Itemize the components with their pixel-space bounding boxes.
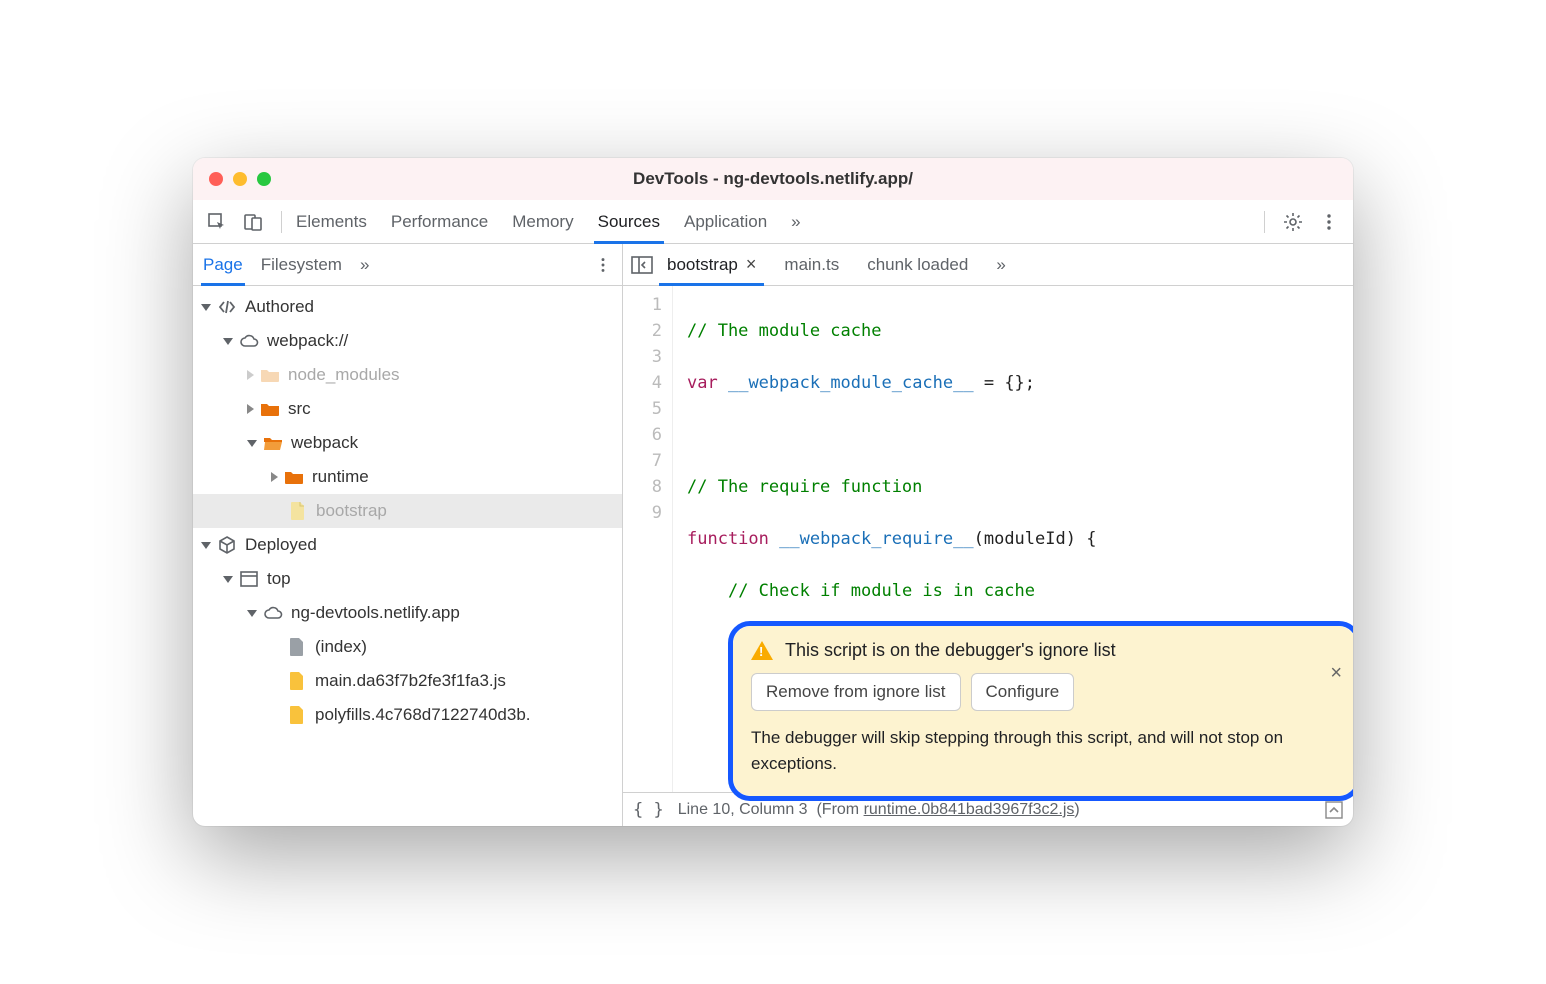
- tree-item-index[interactable]: (index): [193, 630, 622, 664]
- tree-label: polyfills.4c768d7122740d3b.: [315, 705, 531, 725]
- line-gutter: 1 2 3 4 5 6 7 8 9: [623, 286, 673, 792]
- tree-label: main.da63f7b2fe3f1fa3.js: [315, 671, 506, 691]
- tab-performance[interactable]: Performance: [391, 200, 488, 243]
- tree-label: Authored: [245, 297, 314, 317]
- ignore-list-highlight: This script is on the debugger's ignore …: [728, 621, 1353, 801]
- window-title: DevTools - ng-devtools.netlify.app/: [193, 169, 1353, 189]
- devtools-window: DevTools - ng-devtools.netlify.app/ Elem…: [193, 158, 1353, 826]
- close-icon[interactable]: [209, 172, 223, 186]
- file-tree: Authored webpack:// node_modules src: [193, 286, 622, 826]
- file-js-icon: [287, 705, 307, 725]
- tree-item-top[interactable]: top: [193, 562, 622, 596]
- more-icon[interactable]: [594, 256, 612, 274]
- tabs-overflow[interactable]: »: [791, 200, 800, 243]
- tree-label: top: [267, 569, 291, 589]
- main-toolbar: Elements Performance Memory Sources Appl…: [193, 200, 1353, 244]
- source-link[interactable]: runtime.0b841bad3967f3c2.js: [864, 801, 1075, 818]
- toolbar-divider: [1264, 211, 1265, 233]
- titlebar: DevTools - ng-devtools.netlify.app/: [193, 158, 1353, 200]
- folder-open-icon: [263, 433, 283, 453]
- cloud-icon: [239, 331, 259, 351]
- tree-label: ng-devtools.netlify.app: [291, 603, 460, 623]
- tree-item-node-modules[interactable]: node_modules: [193, 358, 622, 392]
- tab-application[interactable]: Application: [684, 200, 767, 243]
- tree-item-domain[interactable]: ng-devtools.netlify.app: [193, 596, 622, 630]
- collapse-icon[interactable]: [1325, 801, 1343, 819]
- tree-item-src[interactable]: src: [193, 392, 622, 426]
- editor-tab-label: main.ts: [784, 255, 839, 275]
- tree-item-polyfills[interactable]: polyfills.4c768d7122740d3b.: [193, 698, 622, 732]
- sidebar-tab-page[interactable]: Page: [203, 244, 243, 285]
- sidebar-tab-filesystem[interactable]: Filesystem: [261, 244, 342, 285]
- sidebar: Page Filesystem » Authored webpack://: [193, 244, 623, 826]
- more-icon[interactable]: [1315, 208, 1343, 236]
- warning-icon: [751, 641, 773, 660]
- gear-icon[interactable]: [1279, 208, 1307, 236]
- tree-item-mainjs[interactable]: main.da63f7b2fe3f1fa3.js: [193, 664, 622, 698]
- editor-tab-label: chunk loaded: [867, 255, 968, 275]
- banner-title-text: This script is on the debugger's ignore …: [785, 640, 1116, 661]
- tree-label: webpack: [291, 433, 358, 453]
- editor-tab-bootstrap[interactable]: bootstrap ×: [653, 244, 770, 285]
- tree-item-webpack-folder[interactable]: webpack: [193, 426, 622, 460]
- minimize-icon[interactable]: [233, 172, 247, 186]
- tab-elements[interactable]: Elements: [296, 200, 367, 243]
- frame-icon: [239, 569, 259, 589]
- toolbar-divider: [281, 211, 282, 233]
- zoom-icon[interactable]: [257, 172, 271, 186]
- tree-heading-deployed[interactable]: Deployed: [193, 528, 622, 562]
- panel-tabs: Elements Performance Memory Sources Appl…: [296, 200, 801, 243]
- sidebar-tabs: Page Filesystem »: [193, 244, 622, 286]
- tree-label: runtime: [312, 467, 369, 487]
- ignore-list-banner: This script is on the debugger's ignore …: [733, 626, 1353, 796]
- folder-icon: [284, 467, 304, 487]
- tree-item-webpack[interactable]: webpack://: [193, 324, 622, 358]
- file-icon: [287, 637, 307, 657]
- editor-tabs: bootstrap × main.ts chunk loaded »: [623, 244, 1353, 286]
- code-icon: [217, 297, 237, 317]
- tree-item-runtime[interactable]: runtime: [193, 460, 622, 494]
- traffic-lights: [209, 172, 271, 186]
- file-js-icon: [287, 671, 307, 691]
- file-icon: [288, 501, 308, 521]
- tab-sources[interactable]: Sources: [598, 200, 660, 243]
- editor-tab-main[interactable]: main.ts: [770, 244, 853, 285]
- folder-icon: [260, 365, 280, 385]
- tree-label: node_modules: [288, 365, 400, 385]
- tree-label: src: [288, 399, 311, 419]
- tree-heading-authored[interactable]: Authored: [193, 290, 622, 324]
- toggle-navigator-icon[interactable]: [631, 256, 653, 274]
- editor-tab-chunk[interactable]: chunk loaded: [853, 244, 982, 285]
- cloud-icon: [263, 603, 283, 623]
- folder-icon: [260, 399, 280, 419]
- tree-item-bootstrap[interactable]: bootstrap: [193, 494, 622, 528]
- device-toggle-icon[interactable]: [239, 208, 267, 236]
- configure-button[interactable]: Configure: [971, 673, 1075, 711]
- banner-description: The debugger will skip stepping through …: [751, 725, 1338, 778]
- tree-label: Deployed: [245, 535, 317, 555]
- cursor-position: Line 10, Column 3 (From runtime.0b841bad…: [678, 801, 1080, 819]
- editor-tabs-overflow[interactable]: »: [982, 244, 1019, 285]
- sidebar-tabs-overflow[interactable]: »: [360, 244, 369, 285]
- editor-tab-label: bootstrap: [667, 255, 738, 275]
- select-element-icon[interactable]: [203, 208, 231, 236]
- tree-label: webpack://: [267, 331, 348, 351]
- tree-label: (index): [315, 637, 367, 657]
- remove-from-ignore-button[interactable]: Remove from ignore list: [751, 673, 961, 711]
- package-icon: [217, 535, 237, 555]
- close-icon[interactable]: ×: [746, 254, 757, 275]
- format-icon[interactable]: { }: [633, 800, 664, 820]
- tab-memory[interactable]: Memory: [512, 200, 573, 243]
- tree-label: bootstrap: [316, 501, 387, 521]
- close-icon[interactable]: ×: [1330, 662, 1342, 685]
